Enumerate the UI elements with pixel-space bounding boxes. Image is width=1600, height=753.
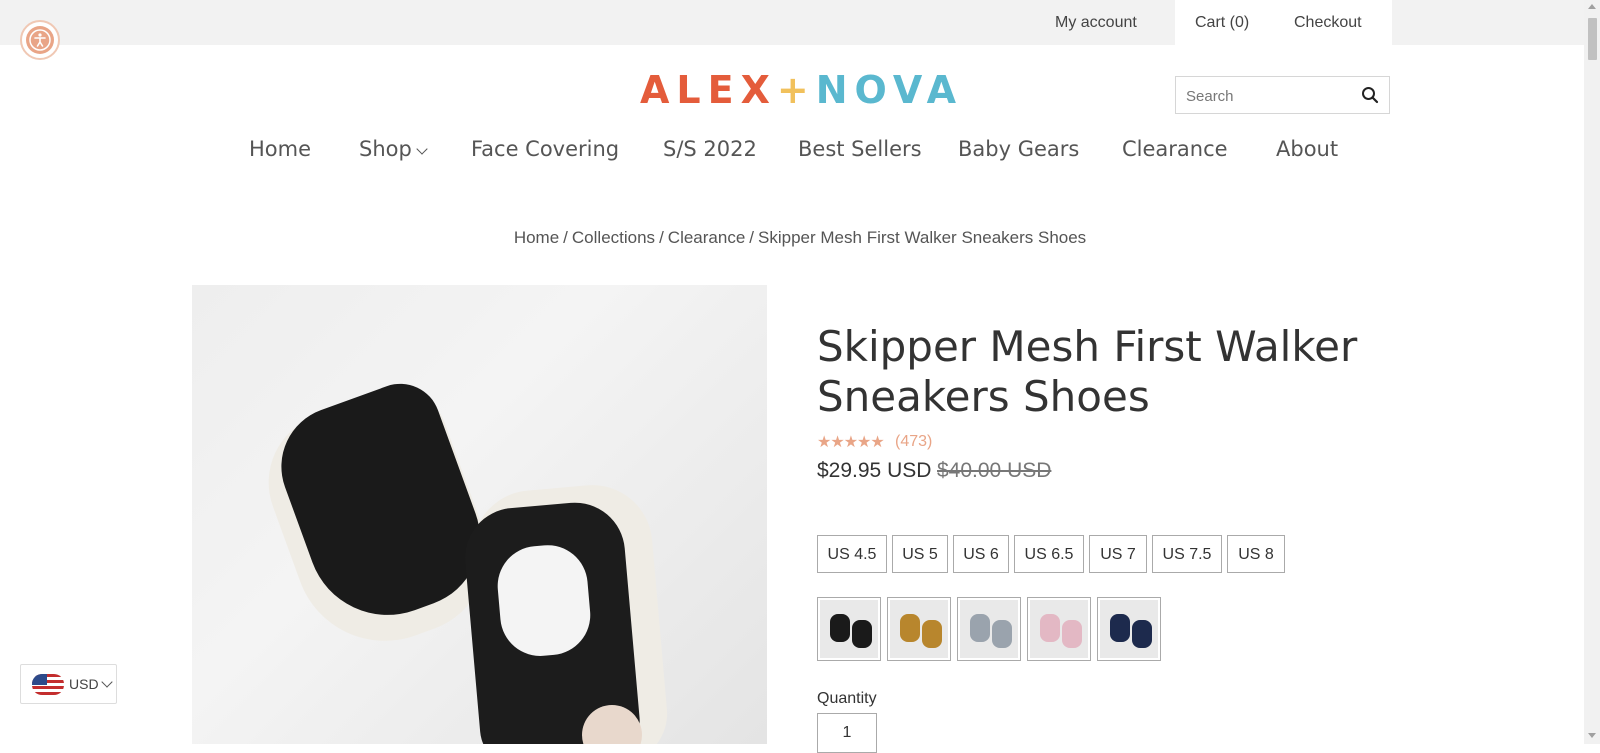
- color-swatch-black[interactable]: [817, 597, 881, 661]
- logo-text-alex: ALEX: [640, 68, 777, 112]
- shoe-insole: [494, 541, 594, 660]
- review-count[interactable]: (473): [895, 433, 932, 451]
- swatch-shoe-left: [900, 614, 920, 642]
- nav-item-shop-label: Shop: [359, 137, 412, 161]
- checkout-link[interactable]: Checkout: [1294, 0, 1362, 45]
- my-account-link[interactable]: My account: [1055, 0, 1137, 45]
- product-image[interactable]: [192, 285, 767, 744]
- swatch-shoe-right: [992, 620, 1012, 648]
- nav-item-face-covering[interactable]: Face Covering: [471, 137, 619, 161]
- cart-link[interactable]: Cart (0): [1195, 0, 1249, 45]
- search-icon[interactable]: [1361, 86, 1379, 104]
- swatch-thumbnail: [890, 600, 948, 658]
- us-flag-icon: [32, 674, 64, 695]
- size-option[interactable]: US 7: [1089, 535, 1147, 573]
- color-swatch-mustard[interactable]: [887, 597, 951, 661]
- main-nav: Home Shop Face Covering S/S 2022 Best Se…: [0, 137, 1584, 169]
- scroll-up-icon[interactable]: [1588, 4, 1596, 9]
- size-option[interactable]: US 6.5: [1014, 535, 1084, 573]
- shoe-left-illustration: [264, 372, 500, 638]
- nav-item-ss-2022[interactable]: S/S 2022: [663, 137, 757, 161]
- size-option[interactable]: US 6: [953, 535, 1009, 573]
- size-option[interactable]: US 8: [1227, 535, 1285, 573]
- swatch-shoe-right: [1132, 620, 1152, 648]
- swatch-thumbnail: [1030, 600, 1088, 658]
- quantity-label: Quantity: [817, 690, 877, 707]
- breadcrumb-collections[interactable]: Collections: [572, 228, 655, 247]
- currency-code: USD: [69, 676, 99, 692]
- nav-item-home[interactable]: Home: [249, 137, 311, 161]
- breadcrumb-clearance[interactable]: Clearance: [668, 228, 746, 247]
- logo-text-nova: NOVA: [815, 68, 964, 112]
- swatch-shoe-left: [1040, 614, 1060, 642]
- color-swatch-grey[interactable]: [957, 597, 1021, 661]
- breadcrumb-home[interactable]: Home: [514, 228, 559, 247]
- swatch-thumbnail: [820, 600, 878, 658]
- top-bar: My account Cart (0) Checkout: [0, 0, 1584, 45]
- scrollbar-thumb[interactable]: [1588, 18, 1597, 60]
- swatch-thumbnail: [1100, 600, 1158, 658]
- compare-price: $40.00 USD: [937, 459, 1052, 482]
- color-swatch-pink[interactable]: [1027, 597, 1091, 661]
- nav-item-best-sellers[interactable]: Best Sellers: [798, 137, 922, 161]
- scrollbar[interactable]: [1584, 0, 1600, 744]
- chevron-down-icon: [416, 143, 428, 155]
- quantity-input[interactable]: 1: [817, 713, 877, 753]
- scroll-down-icon[interactable]: [1588, 733, 1596, 738]
- accessibility-button[interactable]: [20, 20, 60, 60]
- product-title: Skipper Mesh First Walker Sneakers Shoes: [817, 322, 1358, 421]
- nav-item-clearance[interactable]: Clearance: [1122, 137, 1228, 161]
- breadcrumb-separator: /: [659, 228, 664, 247]
- breadcrumb-separator: /: [563, 228, 568, 247]
- size-option[interactable]: US 7.5: [1152, 535, 1222, 573]
- size-option[interactable]: US 5: [892, 535, 948, 573]
- size-option[interactable]: US 4.5: [817, 535, 887, 573]
- swatch-thumbnail: [960, 600, 1018, 658]
- rating-stars-icon[interactable]: ★★★★★: [817, 432, 885, 452]
- swatch-shoe-right: [852, 620, 872, 648]
- breadcrumb: Home / Collections / Clearance / Skipper Mesh …: [0, 228, 1600, 248]
- nav-item-baby-gears[interactable]: Baby Gears: [958, 137, 1079, 161]
- swatch-shoe-left: [970, 614, 990, 642]
- swatch-shoe-right: [922, 620, 942, 648]
- search-input[interactable]: [1184, 83, 1358, 109]
- flag-canton: [32, 674, 47, 685]
- logo-plus: +: [776, 68, 816, 112]
- nav-item-shop[interactable]: Shop: [359, 137, 428, 161]
- swatch-shoe-left: [1110, 614, 1130, 642]
- chevron-down-icon: [101, 676, 113, 688]
- breadcrumb-separator: /: [749, 228, 755, 247]
- search-box: [1175, 76, 1390, 114]
- nav-item-about[interactable]: About: [1276, 137, 1338, 161]
- swatch-shoe-left: [830, 614, 850, 642]
- breadcrumb-current: Skipper Mesh First Walker Sneakers Shoes: [758, 228, 1087, 247]
- product-price: $29.95 USD: [817, 459, 932, 482]
- currency-selector[interactable]: USD: [20, 664, 117, 704]
- color-swatch-navy[interactable]: [1097, 597, 1161, 661]
- swatch-shoe-right: [1062, 620, 1082, 648]
- accessibility-icon: [26, 26, 54, 54]
- brand-logo[interactable]: ALEX+NOVA: [640, 68, 963, 112]
